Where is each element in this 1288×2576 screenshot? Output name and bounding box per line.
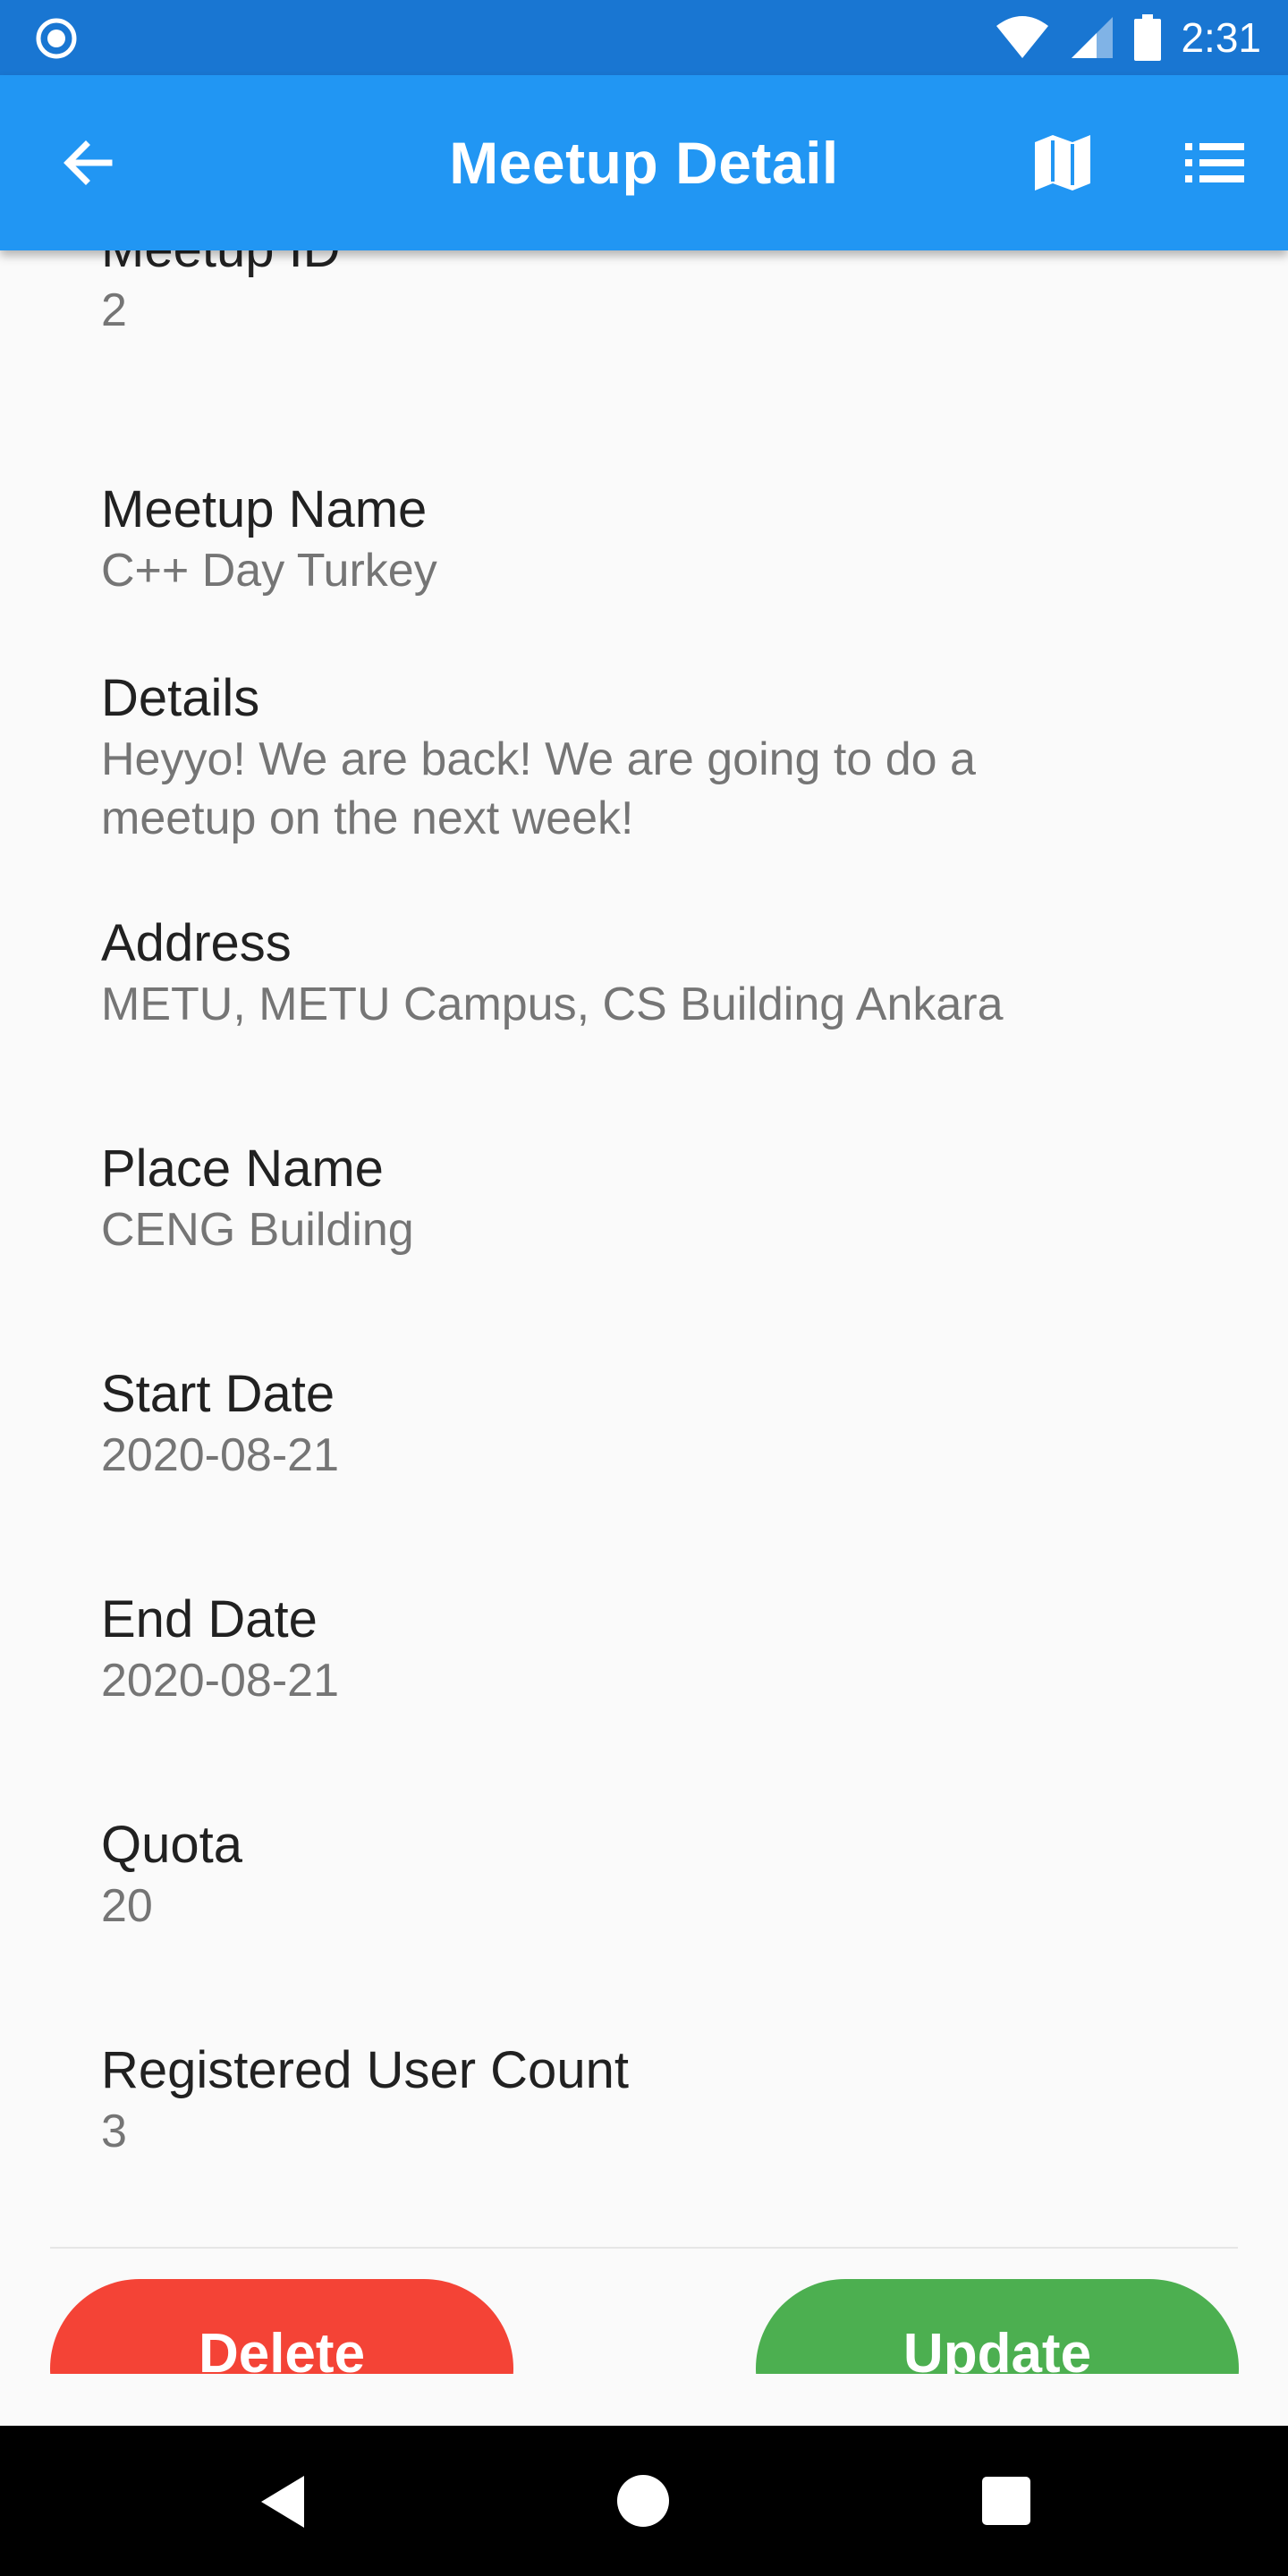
field-label: Place Name (101, 1140, 384, 1198)
field-label: Start Date (101, 1365, 335, 1423)
map-icon (1035, 135, 1090, 191)
field-meetup-name: Meetup Name C++ Day Turkey (101, 479, 1210, 600)
field-value: CENG Building (101, 1204, 414, 1256)
screen: 2:31 Meetup Detail 2 Meetup Name C++ Day… (0, 0, 1288, 2576)
nav-home-icon[interactable] (617, 2475, 669, 2527)
meetup-detail-content[interactable]: Meetup ID 2 Meetup Name C++ Day Turkey D… (0, 250, 1288, 2247)
delete-button[interactable]: Delete (50, 2279, 513, 2374)
notification-dot-icon (36, 18, 77, 59)
status-time: 2:31 (1181, 14, 1261, 61)
wifi-icon (996, 16, 1049, 58)
field-value: 2020-08-21 (101, 1655, 339, 1707)
field-details: Details Heyyo! We are back! We are going… (101, 667, 1210, 848)
update-button[interactable]: Update (756, 2279, 1239, 2374)
field-label: Meetup Name (101, 480, 428, 538)
field-value: Heyyo! We are back! We are going to do a… (101, 733, 976, 844)
field-start-date: Start Date 2020-08-21 (101, 1363, 1210, 1485)
nav-recent-apps-icon[interactable] (982, 2477, 1030, 2525)
field-value: 2020-08-21 (101, 1429, 339, 1481)
field-address: Address METU, METU Campus, CS Building A… (101, 912, 1210, 1034)
divider (50, 2247, 1238, 2249)
field-label: Quota (101, 1816, 242, 1874)
system-nav-bar (0, 2426, 1288, 2576)
field-value: 2 (101, 284, 127, 336)
field-label: End Date (101, 1590, 318, 1648)
list-button[interactable] (1172, 120, 1258, 206)
status-icons: 2:31 (995, 0, 1261, 75)
field-meetup-id: Meetup ID 2 (101, 250, 1210, 340)
field-value: 3 (101, 2106, 127, 2157)
field-place-name: Place Name CENG Building (101, 1138, 1210, 1259)
status-bar: 2:31 (0, 0, 1288, 75)
field-label: Meetup ID (101, 250, 1210, 281)
field-end-date: End Date 2020-08-21 (101, 1589, 1210, 1710)
field-value: C++ Day Turkey (101, 545, 437, 597)
app-bar: Meetup Detail (0, 75, 1288, 250)
field-value: METU, METU Campus, CS Building Ankara (101, 979, 1004, 1030)
field-registered-user-count: Registered User Count 3 (101, 2039, 1210, 2161)
map-button[interactable] (1020, 120, 1106, 206)
field-quota: Quota 20 (101, 1814, 1210, 1936)
field-label: Details (101, 669, 260, 727)
field-label: Registered User Count (101, 2041, 629, 2099)
battery-icon (1134, 14, 1162, 61)
field-value: 20 (101, 1880, 153, 1932)
signal-icon (1072, 17, 1114, 58)
action-buttons: Delete Update (0, 2279, 1288, 2374)
field-label: Address (101, 914, 292, 972)
nav-back-icon[interactable] (252, 2470, 315, 2533)
list-icon (1185, 143, 1244, 182)
